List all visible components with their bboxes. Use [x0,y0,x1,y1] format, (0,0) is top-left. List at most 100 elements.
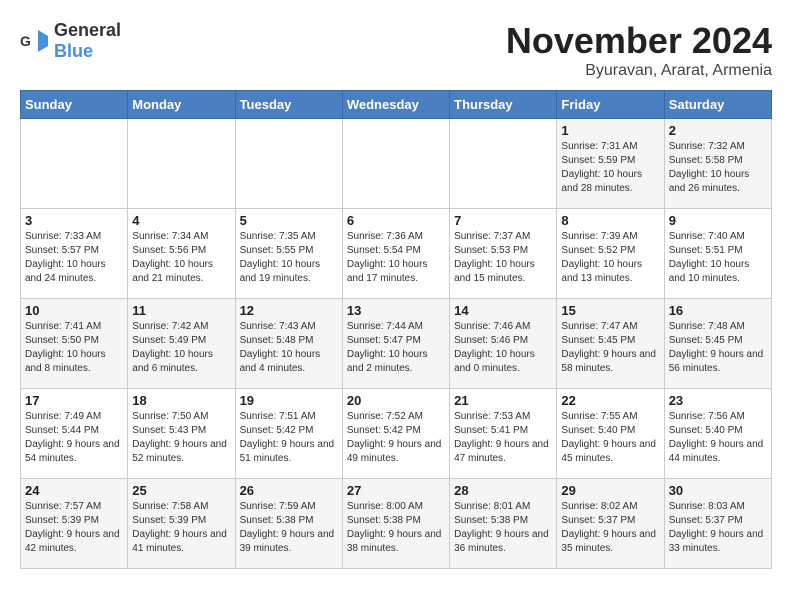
week-row-5: 24Sunrise: 7:57 AM Sunset: 5:39 PM Dayli… [21,479,772,569]
location-title: Byuravan, Ararat, Armenia [506,62,772,80]
day-info: Sunrise: 7:52 AM Sunset: 5:42 PM Dayligh… [347,410,445,466]
day-number: 29 [561,483,659,498]
month-title: November 2024 [506,20,772,62]
calendar-cell: 10 Sunrise: 7:41 AM Sunset: 5:50 PM Dayli… [21,299,128,389]
calendar-cell: 4 Sunrise: 7:34 AM Sunset: 5:56 PM Daylig… [128,209,235,299]
day-info: Sunrise: 7:57 AM Sunset: 5:39 PM Dayligh… [25,500,123,556]
week-row-4: 17 Sunrise: 7:49 AM Sunset: 5:44 PM Dayli… [21,389,772,479]
calendar-cell: 23 Sunrise: 7:56 AM Sunset: 5:40 PM Dayli… [664,389,771,479]
day-info: Sunrise: 7:58 AM Sunset: 5:39 PM Dayligh… [132,500,230,556]
calendar-cell: 24Sunrise: 7:57 AM Sunset: 5:39 PM Dayli… [21,479,128,569]
day-info: Sunrise: 7:53 AM Sunset: 5:41 PM Dayligh… [454,410,552,466]
day-number: 14 [454,303,552,318]
calendar-table: SundayMondayTuesdayWednesdayThursdayFrid… [20,90,772,569]
day-number: 26 [240,483,338,498]
day-info: Sunrise: 7:34 AM Sunset: 5:56 PM Dayligh… [132,230,230,286]
weekday-header-row: SundayMondayTuesdayWednesdayThursdayFrid… [21,91,772,119]
day-info: Sunrise: 8:00 AM Sunset: 5:38 PM Dayligh… [347,500,445,556]
calendar-cell [128,119,235,209]
weekday-friday: Friday [557,91,664,119]
calendar-cell [450,119,557,209]
logo: G General Blue [20,20,121,62]
calendar-cell: 21 Sunrise: 7:53 AM Sunset: 5:41 PM Dayli… [450,389,557,479]
day-number: 4 [132,213,230,228]
calendar-cell [342,119,449,209]
day-number: 7 [454,213,552,228]
day-info: Sunrise: 7:46 AM Sunset: 5:46 PM Dayligh… [454,320,552,376]
day-info: Sunrise: 7:59 AM Sunset: 5:38 PM Dayligh… [240,500,338,556]
calendar-cell: 6Sunrise: 7:36 AM Sunset: 5:54 PM Daylig… [342,209,449,299]
day-number: 11 [132,303,230,318]
calendar-cell: 19Sunrise: 7:51 AM Sunset: 5:42 PM Dayli… [235,389,342,479]
day-info: Sunrise: 7:55 AM Sunset: 5:40 PM Dayligh… [561,410,659,466]
calendar-cell: 11 Sunrise: 7:42 AM Sunset: 5:49 PM Dayli… [128,299,235,389]
day-number: 17 [25,393,123,408]
calendar-cell: 5Sunrise: 7:35 AM Sunset: 5:55 PM Daylig… [235,209,342,299]
day-number: 28 [454,483,552,498]
day-number: 23 [669,393,767,408]
day-info: Sunrise: 7:33 AM Sunset: 5:57 PM Dayligh… [25,230,123,286]
calendar-cell: 7Sunrise: 7:37 AM Sunset: 5:53 PM Daylig… [450,209,557,299]
day-number: 1 [561,123,659,138]
day-number: 10 [25,303,123,318]
weekday-monday: Monday [128,91,235,119]
calendar-cell: 14 Sunrise: 7:46 AM Sunset: 5:46 PM Dayli… [450,299,557,389]
title-area: November 2024 Byuravan, Ararat, Armenia [506,20,772,80]
calendar-cell: 16Sunrise: 7:48 AM Sunset: 5:45 PM Dayli… [664,299,771,389]
day-number: 13 [347,303,445,318]
weekday-thursday: Thursday [450,91,557,119]
calendar-cell: 20 Sunrise: 7:52 AM Sunset: 5:42 PM Dayli… [342,389,449,479]
day-number: 8 [561,213,659,228]
day-info: Sunrise: 7:49 AM Sunset: 5:44 PM Dayligh… [25,410,123,466]
calendar-cell: 17 Sunrise: 7:49 AM Sunset: 5:44 PM Dayli… [21,389,128,479]
logo-icon: G [20,26,50,56]
day-number: 16 [669,303,767,318]
day-info: Sunrise: 7:31 AM Sunset: 5:59 PM Dayligh… [561,140,659,196]
day-info: Sunrise: 7:40 AM Sunset: 5:51 PM Dayligh… [669,230,767,286]
day-info: Sunrise: 7:32 AM Sunset: 5:58 PM Dayligh… [669,140,767,196]
calendar-cell [235,119,342,209]
day-number: 25 [132,483,230,498]
calendar-cell: 8 Sunrise: 7:39 AM Sunset: 5:52 PM Daylig… [557,209,664,299]
day-number: 27 [347,483,445,498]
calendar-cell: 30Sunrise: 8:03 AM Sunset: 5:37 PM Dayli… [664,479,771,569]
day-number: 3 [25,213,123,228]
calendar-cell: 28 Sunrise: 8:01 AM Sunset: 5:38 PM Dayli… [450,479,557,569]
header: G General Blue November 2024 Byuravan, A… [20,20,772,80]
day-number: 19 [240,393,338,408]
day-number: 9 [669,213,767,228]
day-info: Sunrise: 8:01 AM Sunset: 5:38 PM Dayligh… [454,500,552,556]
day-number: 22 [561,393,659,408]
day-number: 6 [347,213,445,228]
week-row-1: 1 Sunrise: 7:31 AM Sunset: 5:59 PM Daylig… [21,119,772,209]
day-number: 18 [132,393,230,408]
day-number: 2 [669,123,767,138]
calendar-cell: 15Sunrise: 7:47 AM Sunset: 5:45 PM Dayli… [557,299,664,389]
calendar-cell: 13 Sunrise: 7:44 AM Sunset: 5:47 PM Dayli… [342,299,449,389]
calendar-cell: 12Sunrise: 7:43 AM Sunset: 5:48 PM Dayli… [235,299,342,389]
day-number: 20 [347,393,445,408]
day-info: Sunrise: 8:03 AM Sunset: 5:37 PM Dayligh… [669,500,767,556]
day-info: Sunrise: 7:41 AM Sunset: 5:50 PM Dayligh… [25,320,123,376]
calendar-cell: 2 Sunrise: 7:32 AM Sunset: 5:58 PM Daylig… [664,119,771,209]
week-row-2: 3 Sunrise: 7:33 AM Sunset: 5:57 PM Daylig… [21,209,772,299]
calendar-cell: 1 Sunrise: 7:31 AM Sunset: 5:59 PM Daylig… [557,119,664,209]
day-info: Sunrise: 7:42 AM Sunset: 5:49 PM Dayligh… [132,320,230,376]
weekday-wednesday: Wednesday [342,91,449,119]
calendar-cell: 29Sunrise: 8:02 AM Sunset: 5:37 PM Dayli… [557,479,664,569]
calendar-cell [21,119,128,209]
day-number: 15 [561,303,659,318]
weekday-saturday: Saturday [664,91,771,119]
weekday-sunday: Sunday [21,91,128,119]
calendar-cell: 3 Sunrise: 7:33 AM Sunset: 5:57 PM Daylig… [21,209,128,299]
day-number: 5 [240,213,338,228]
svg-text:G: G [20,33,31,49]
calendar-cell: 27 Sunrise: 8:00 AM Sunset: 5:38 PM Dayli… [342,479,449,569]
day-number: 21 [454,393,552,408]
day-info: Sunrise: 7:43 AM Sunset: 5:48 PM Dayligh… [240,320,338,376]
day-info: Sunrise: 7:56 AM Sunset: 5:40 PM Dayligh… [669,410,767,466]
calendar-cell: 22 Sunrise: 7:55 AM Sunset: 5:40 PM Dayli… [557,389,664,479]
day-info: Sunrise: 7:44 AM Sunset: 5:47 PM Dayligh… [347,320,445,376]
week-row-3: 10 Sunrise: 7:41 AM Sunset: 5:50 PM Dayli… [21,299,772,389]
day-info: Sunrise: 7:39 AM Sunset: 5:52 PM Dayligh… [561,230,659,286]
